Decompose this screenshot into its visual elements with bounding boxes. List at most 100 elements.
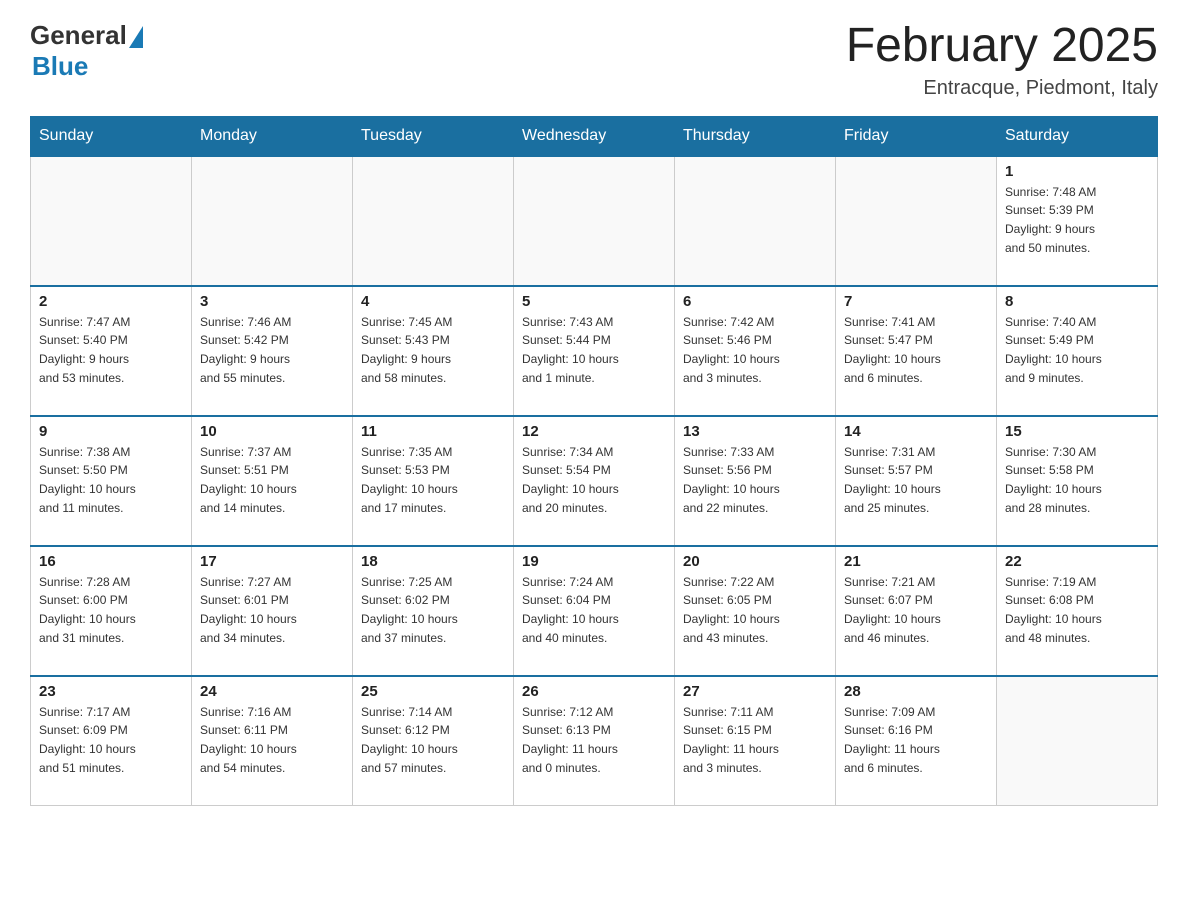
calendar-cell (31, 156, 192, 286)
day-info: Sunrise: 7:43 AMSunset: 5:44 PMDaylight:… (522, 313, 666, 387)
weekday-header-thursday: Thursday (675, 116, 836, 156)
day-info: Sunrise: 7:14 AMSunset: 6:12 PMDaylight:… (361, 703, 505, 777)
weekday-header-friday: Friday (836, 116, 997, 156)
day-number: 3 (200, 293, 344, 310)
day-info: Sunrise: 7:40 AMSunset: 5:49 PMDaylight:… (1005, 313, 1149, 387)
calendar-cell (514, 156, 675, 286)
day-number: 4 (361, 293, 505, 310)
day-info: Sunrise: 7:48 AMSunset: 5:39 PMDaylight:… (1005, 183, 1149, 257)
calendar-cell: 16 Sunrise: 7:28 AMSunset: 6:00 PMDayligh… (31, 546, 192, 676)
day-number: 27 (683, 683, 827, 700)
weekday-header-sunday: Sunday (31, 116, 192, 156)
calendar-cell: 24 Sunrise: 7:16 AMSunset: 6:11 PMDayligh… (192, 676, 353, 806)
calendar-cell: 12 Sunrise: 7:34 AMSunset: 5:54 PMDayligh… (514, 416, 675, 546)
day-info: Sunrise: 7:38 AMSunset: 5:50 PMDaylight:… (39, 443, 183, 517)
day-number: 9 (39, 423, 183, 440)
day-number: 17 (200, 553, 344, 570)
weekday-header-row: SundayMondayTuesdayWednesdayThursdayFrid… (31, 116, 1158, 156)
day-info: Sunrise: 7:12 AMSunset: 6:13 PMDaylight:… (522, 703, 666, 777)
calendar-cell (675, 156, 836, 286)
day-number: 25 (361, 683, 505, 700)
day-info: Sunrise: 7:11 AMSunset: 6:15 PMDaylight:… (683, 703, 827, 777)
day-number: 6 (683, 293, 827, 310)
calendar-cell: 14 Sunrise: 7:31 AMSunset: 5:57 PMDayligh… (836, 416, 997, 546)
day-number: 26 (522, 683, 666, 700)
week-row-4: 16 Sunrise: 7:28 AMSunset: 6:00 PMDayligh… (31, 546, 1158, 676)
logo-blue-text: Blue (32, 51, 88, 82)
day-number: 13 (683, 423, 827, 440)
day-info: Sunrise: 7:37 AMSunset: 5:51 PMDaylight:… (200, 443, 344, 517)
day-number: 8 (1005, 293, 1149, 310)
calendar-cell: 25 Sunrise: 7:14 AMSunset: 6:12 PMDayligh… (353, 676, 514, 806)
day-info: Sunrise: 7:41 AMSunset: 5:47 PMDaylight:… (844, 313, 988, 387)
calendar-cell: 22 Sunrise: 7:19 AMSunset: 6:08 PMDayligh… (997, 546, 1158, 676)
day-number: 21 (844, 553, 988, 570)
calendar-cell (997, 676, 1158, 806)
day-number: 22 (1005, 553, 1149, 570)
calendar-cell: 4 Sunrise: 7:45 AMSunset: 5:43 PMDaylight… (353, 286, 514, 416)
day-info: Sunrise: 7:24 AMSunset: 6:04 PMDaylight:… (522, 573, 666, 647)
day-info: Sunrise: 7:22 AMSunset: 6:05 PMDaylight:… (683, 573, 827, 647)
page-header: General Blue February 2025 Entracque, Pi… (30, 20, 1158, 100)
weekday-header-wednesday: Wednesday (514, 116, 675, 156)
calendar-cell: 28 Sunrise: 7:09 AMSunset: 6:16 PMDayligh… (836, 676, 997, 806)
calendar-cell: 13 Sunrise: 7:33 AMSunset: 5:56 PMDayligh… (675, 416, 836, 546)
calendar-cell: 3Sunrise: 7:46 AMSunset: 5:42 PMDaylight… (192, 286, 353, 416)
calendar-table: SundayMondayTuesdayWednesdayThursdayFrid… (30, 116, 1158, 807)
weekday-header-tuesday: Tuesday (353, 116, 514, 156)
day-number: 28 (844, 683, 988, 700)
calendar-cell (192, 156, 353, 286)
calendar-cell: 10 Sunrise: 7:37 AMSunset: 5:51 PMDayligh… (192, 416, 353, 546)
day-info: Sunrise: 7:19 AMSunset: 6:08 PMDaylight:… (1005, 573, 1149, 647)
day-number: 23 (39, 683, 183, 700)
calendar-cell: 11 Sunrise: 7:35 AMSunset: 5:53 PMDayligh… (353, 416, 514, 546)
weekday-header-saturday: Saturday (997, 116, 1158, 156)
day-info: Sunrise: 7:31 AMSunset: 5:57 PMDaylight:… (844, 443, 988, 517)
month-title: February 2025 (846, 20, 1158, 73)
day-number: 12 (522, 423, 666, 440)
day-info: Sunrise: 7:28 AMSunset: 6:00 PMDaylight:… (39, 573, 183, 647)
calendar-cell: 23 Sunrise: 7:17 AMSunset: 6:09 PMDayligh… (31, 676, 192, 806)
day-number: 15 (1005, 423, 1149, 440)
calendar-cell: 18Sunrise: 7:25 AMSunset: 6:02 PMDayligh… (353, 546, 514, 676)
calendar-cell: 26 Sunrise: 7:12 AMSunset: 6:13 PMDayligh… (514, 676, 675, 806)
day-info: Sunrise: 7:27 AMSunset: 6:01 PMDaylight:… (200, 573, 344, 647)
calendar-cell: 20 Sunrise: 7:22 AMSunset: 6:05 PMDayligh… (675, 546, 836, 676)
day-info: Sunrise: 7:42 AMSunset: 5:46 PMDaylight:… (683, 313, 827, 387)
day-number: 10 (200, 423, 344, 440)
weekday-header-monday: Monday (192, 116, 353, 156)
title-block: February 2025 Entracque, Piedmont, Italy (846, 20, 1158, 100)
day-number: 5 (522, 293, 666, 310)
day-number: 11 (361, 423, 505, 440)
calendar-cell: 15Sunrise: 7:30 AMSunset: 5:58 PMDayligh… (997, 416, 1158, 546)
day-number: 14 (844, 423, 988, 440)
calendar-cell: 2Sunrise: 7:47 AMSunset: 5:40 PMDaylight… (31, 286, 192, 416)
calendar-cell: 6 Sunrise: 7:42 AMSunset: 5:46 PMDaylight… (675, 286, 836, 416)
day-info: Sunrise: 7:35 AMSunset: 5:53 PMDaylight:… (361, 443, 505, 517)
calendar-cell: 1Sunrise: 7:48 AMSunset: 5:39 PMDaylight… (997, 156, 1158, 286)
day-info: Sunrise: 7:33 AMSunset: 5:56 PMDaylight:… (683, 443, 827, 517)
calendar-cell: 27 Sunrise: 7:11 AMSunset: 6:15 PMDayligh… (675, 676, 836, 806)
day-number: 7 (844, 293, 988, 310)
day-number: 2 (39, 293, 183, 310)
calendar-cell: 7 Sunrise: 7:41 AMSunset: 5:47 PMDaylight… (836, 286, 997, 416)
calendar-cell (353, 156, 514, 286)
day-info: Sunrise: 7:17 AMSunset: 6:09 PMDaylight:… (39, 703, 183, 777)
logo: General Blue (30, 20, 143, 82)
day-info: Sunrise: 7:16 AMSunset: 6:11 PMDaylight:… (200, 703, 344, 777)
week-row-1: 1Sunrise: 7:48 AMSunset: 5:39 PMDaylight… (31, 156, 1158, 286)
day-info: Sunrise: 7:45 AMSunset: 5:43 PMDaylight:… (361, 313, 505, 387)
calendar-cell: 19Sunrise: 7:24 AMSunset: 6:04 PMDayligh… (514, 546, 675, 676)
logo-general-text: General (30, 20, 127, 51)
day-number: 16 (39, 553, 183, 570)
week-row-3: 9 Sunrise: 7:38 AMSunset: 5:50 PMDaylight… (31, 416, 1158, 546)
day-number: 24 (200, 683, 344, 700)
week-row-5: 23 Sunrise: 7:17 AMSunset: 6:09 PMDayligh… (31, 676, 1158, 806)
day-info: Sunrise: 7:34 AMSunset: 5:54 PMDaylight:… (522, 443, 666, 517)
day-number: 18 (361, 553, 505, 570)
day-number: 20 (683, 553, 827, 570)
calendar-cell (836, 156, 997, 286)
day-info: Sunrise: 7:09 AMSunset: 6:16 PMDaylight:… (844, 703, 988, 777)
calendar-cell: 9 Sunrise: 7:38 AMSunset: 5:50 PMDaylight… (31, 416, 192, 546)
calendar-cell: 21Sunrise: 7:21 AMSunset: 6:07 PMDayligh… (836, 546, 997, 676)
